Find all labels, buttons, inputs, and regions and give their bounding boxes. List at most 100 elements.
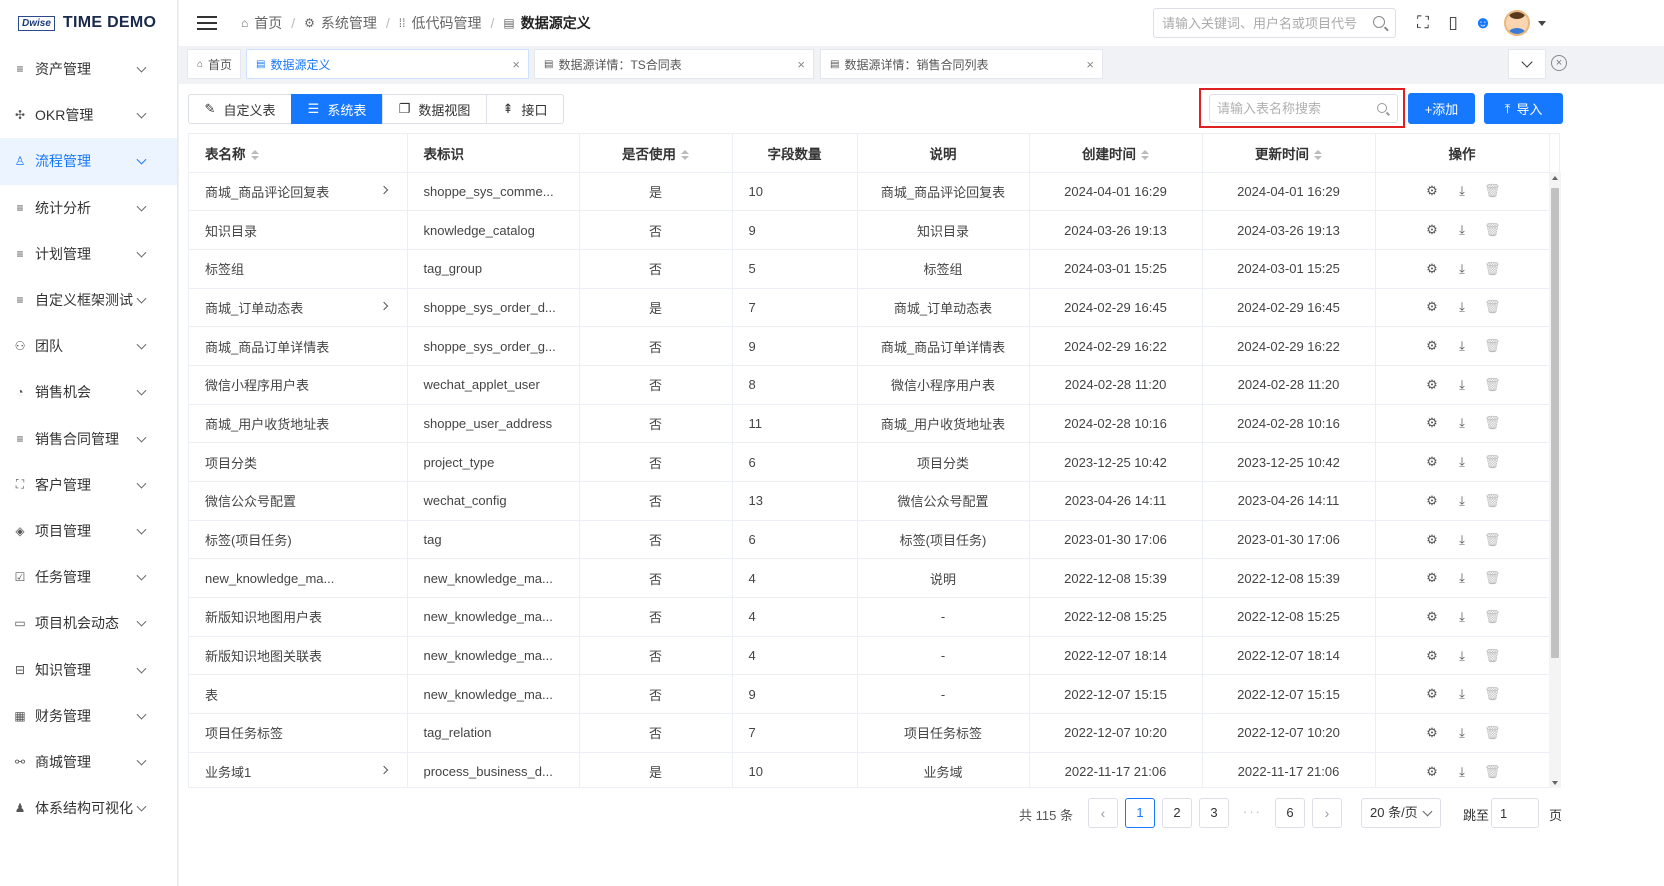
trash-icon[interactable]: 🗑 [1484,377,1501,393]
page-ellipsis[interactable]: ··· [1243,804,1262,819]
tabs-dropdown-icon[interactable] [1508,49,1546,79]
segment-button[interactable]: ✎ 自定义表 [188,94,292,124]
trash-icon[interactable]: 🗑 [1484,686,1501,702]
sidebar-item[interactable]: ⊟ 知识管理 [0,646,177,692]
column-header[interactable]: 是否使用 [579,134,733,173]
mobile-icon[interactable]: ▯ [1438,13,1468,33]
download-icon[interactable]: ⤓ [1454,377,1470,393]
download-icon[interactable]: ⤓ [1454,183,1470,199]
sort-icon[interactable] [1141,150,1149,161]
prev-page-button[interactable]: ‹ [1088,798,1118,828]
page-button[interactable]: 2 [1162,798,1192,828]
robot-icon[interactable]: ☻ [1468,13,1498,33]
trash-icon[interactable]: 🗑 [1484,532,1501,548]
trash-icon[interactable]: 🗑 [1484,261,1501,277]
page-tab[interactable]: ▤ 数据源定义 × [246,49,529,79]
fullscreen-icon[interactable]: ⛶ [1408,13,1438,33]
page-tab[interactable]: ▤ 数据源详情：销售合同列表 × [820,49,1103,79]
sidebar-item[interactable]: ☑ 任务管理 [0,554,177,600]
page-button[interactable]: 6 [1275,798,1305,828]
trash-icon[interactable]: 🗑 [1484,222,1501,238]
sidebar-item[interactable]: ≡ 销售合同管理 [0,416,177,462]
app-logo[interactable]: Dwise TIME DEMO [0,0,177,46]
settings-icon[interactable]: ⚙ [1424,377,1440,393]
segment-button[interactable]: ⇞ 接口 [486,94,564,124]
settings-icon[interactable]: ⚙ [1424,609,1440,625]
page-tab[interactable]: ▤ 数据源详情：TS合同表 × [534,49,814,79]
goto-page-input[interactable] [1491,798,1539,828]
import-button[interactable]: ⤒ 导入 [1484,93,1563,124]
page-button[interactable]: 3 [1199,798,1229,828]
sidebar-item[interactable]: ≡ 自定义框架测试 [0,277,177,323]
download-icon[interactable]: ⤓ [1454,725,1470,741]
close-all-tabs-icon[interactable]: × [1551,55,1567,71]
download-icon[interactable]: ⤓ [1454,493,1470,509]
page-tab[interactable]: ⌂ 首页 [187,49,241,79]
sidebar-item[interactable]: ◔ 销售机会 [0,369,177,415]
settings-icon[interactable]: ⚙ [1424,338,1440,354]
sidebar-item[interactable]: ⚯ 商城管理 [0,739,177,785]
settings-icon[interactable]: ⚙ [1424,222,1440,238]
settings-icon[interactable]: ⚙ [1424,299,1440,315]
sort-icon[interactable] [1314,150,1322,161]
trash-icon[interactable]: 🗑 [1484,299,1501,315]
hamburger-menu-icon[interactable] [197,12,217,34]
column-header[interactable]: 表名称 [189,134,408,173]
sidebar-item[interactable]: ≡ 资产管理 [0,46,177,92]
user-menu-caret-icon[interactable] [1538,20,1546,26]
settings-icon[interactable]: ⚙ [1424,648,1440,664]
trash-icon[interactable]: 🗑 [1484,454,1501,470]
download-icon[interactable]: ⤓ [1454,686,1470,702]
page-button[interactable]: 1 [1125,798,1155,828]
sidebar-item[interactable]: ◈ 项目管理 [0,508,177,554]
sidebar-item[interactable]: ≡ 计划管理 [0,231,177,277]
chevron-right-icon[interactable] [379,765,388,775]
add-button[interactable]: +添加 [1408,93,1475,124]
trash-icon[interactable]: 🗑 [1484,183,1501,199]
trash-icon[interactable]: 🗑 [1484,725,1501,741]
segment-button[interactable]: ☰ 系统表 [291,94,383,124]
table-scrollbar[interactable] [1549,172,1561,788]
trash-icon[interactable]: 🗑 [1484,648,1501,664]
sidebar-item[interactable]: ⛶ 客户管理 [0,462,177,508]
table-search-input[interactable] [1210,95,1370,122]
settings-icon[interactable]: ⚙ [1424,686,1440,702]
chevron-right-icon[interactable] [379,301,388,310]
next-page-button[interactable]: › [1312,798,1342,828]
trash-icon[interactable]: 🗑 [1484,764,1501,780]
sidebar-item[interactable]: ▦ 财务管理 [0,693,177,739]
download-icon[interactable]: ⤓ [1454,609,1470,625]
sort-icon[interactable] [250,150,259,161]
settings-icon[interactable]: ⚙ [1424,725,1440,741]
settings-icon[interactable]: ⚙ [1424,764,1440,780]
page-size-select[interactable]: 20 条/页 [1361,798,1441,828]
chevron-right-icon[interactable] [379,185,388,194]
search-icon[interactable] [1373,16,1385,28]
download-icon[interactable]: ⤓ [1454,454,1470,470]
close-icon[interactable]: × [797,57,805,72]
download-icon[interactable]: ⤓ [1454,570,1470,586]
download-icon[interactable]: ⤓ [1454,222,1470,238]
download-icon[interactable]: ⤓ [1454,415,1470,431]
trash-icon[interactable]: 🗑 [1484,493,1501,509]
segment-button[interactable]: ❐ 数据视图 [382,94,487,124]
settings-icon[interactable]: ⚙ [1424,415,1440,431]
settings-icon[interactable]: ⚙ [1424,532,1440,548]
close-icon[interactable]: × [1086,57,1094,72]
download-icon[interactable]: ⤓ [1454,764,1470,780]
sidebar-item[interactable]: ⚇ 团队 [0,323,177,369]
download-icon[interactable]: ⤓ [1454,338,1470,354]
settings-icon[interactable]: ⚙ [1424,183,1440,199]
trash-icon[interactable]: 🗑 [1484,338,1501,354]
search-icon[interactable] [1377,103,1387,113]
download-icon[interactable]: ⤓ [1454,532,1470,548]
sidebar-item[interactable]: ▭ 项目机会动态 [0,600,177,646]
sidebar-item[interactable]: ✣ OKR管理 [0,92,177,138]
settings-icon[interactable]: ⚙ [1424,493,1440,509]
download-icon[interactable]: ⤓ [1454,261,1470,277]
settings-icon[interactable]: ⚙ [1424,570,1440,586]
download-icon[interactable]: ⤓ [1454,648,1470,664]
trash-icon[interactable]: 🗑 [1484,415,1501,431]
settings-icon[interactable]: ⚙ [1424,454,1440,470]
scroll-down-icon[interactable] [1552,781,1558,785]
